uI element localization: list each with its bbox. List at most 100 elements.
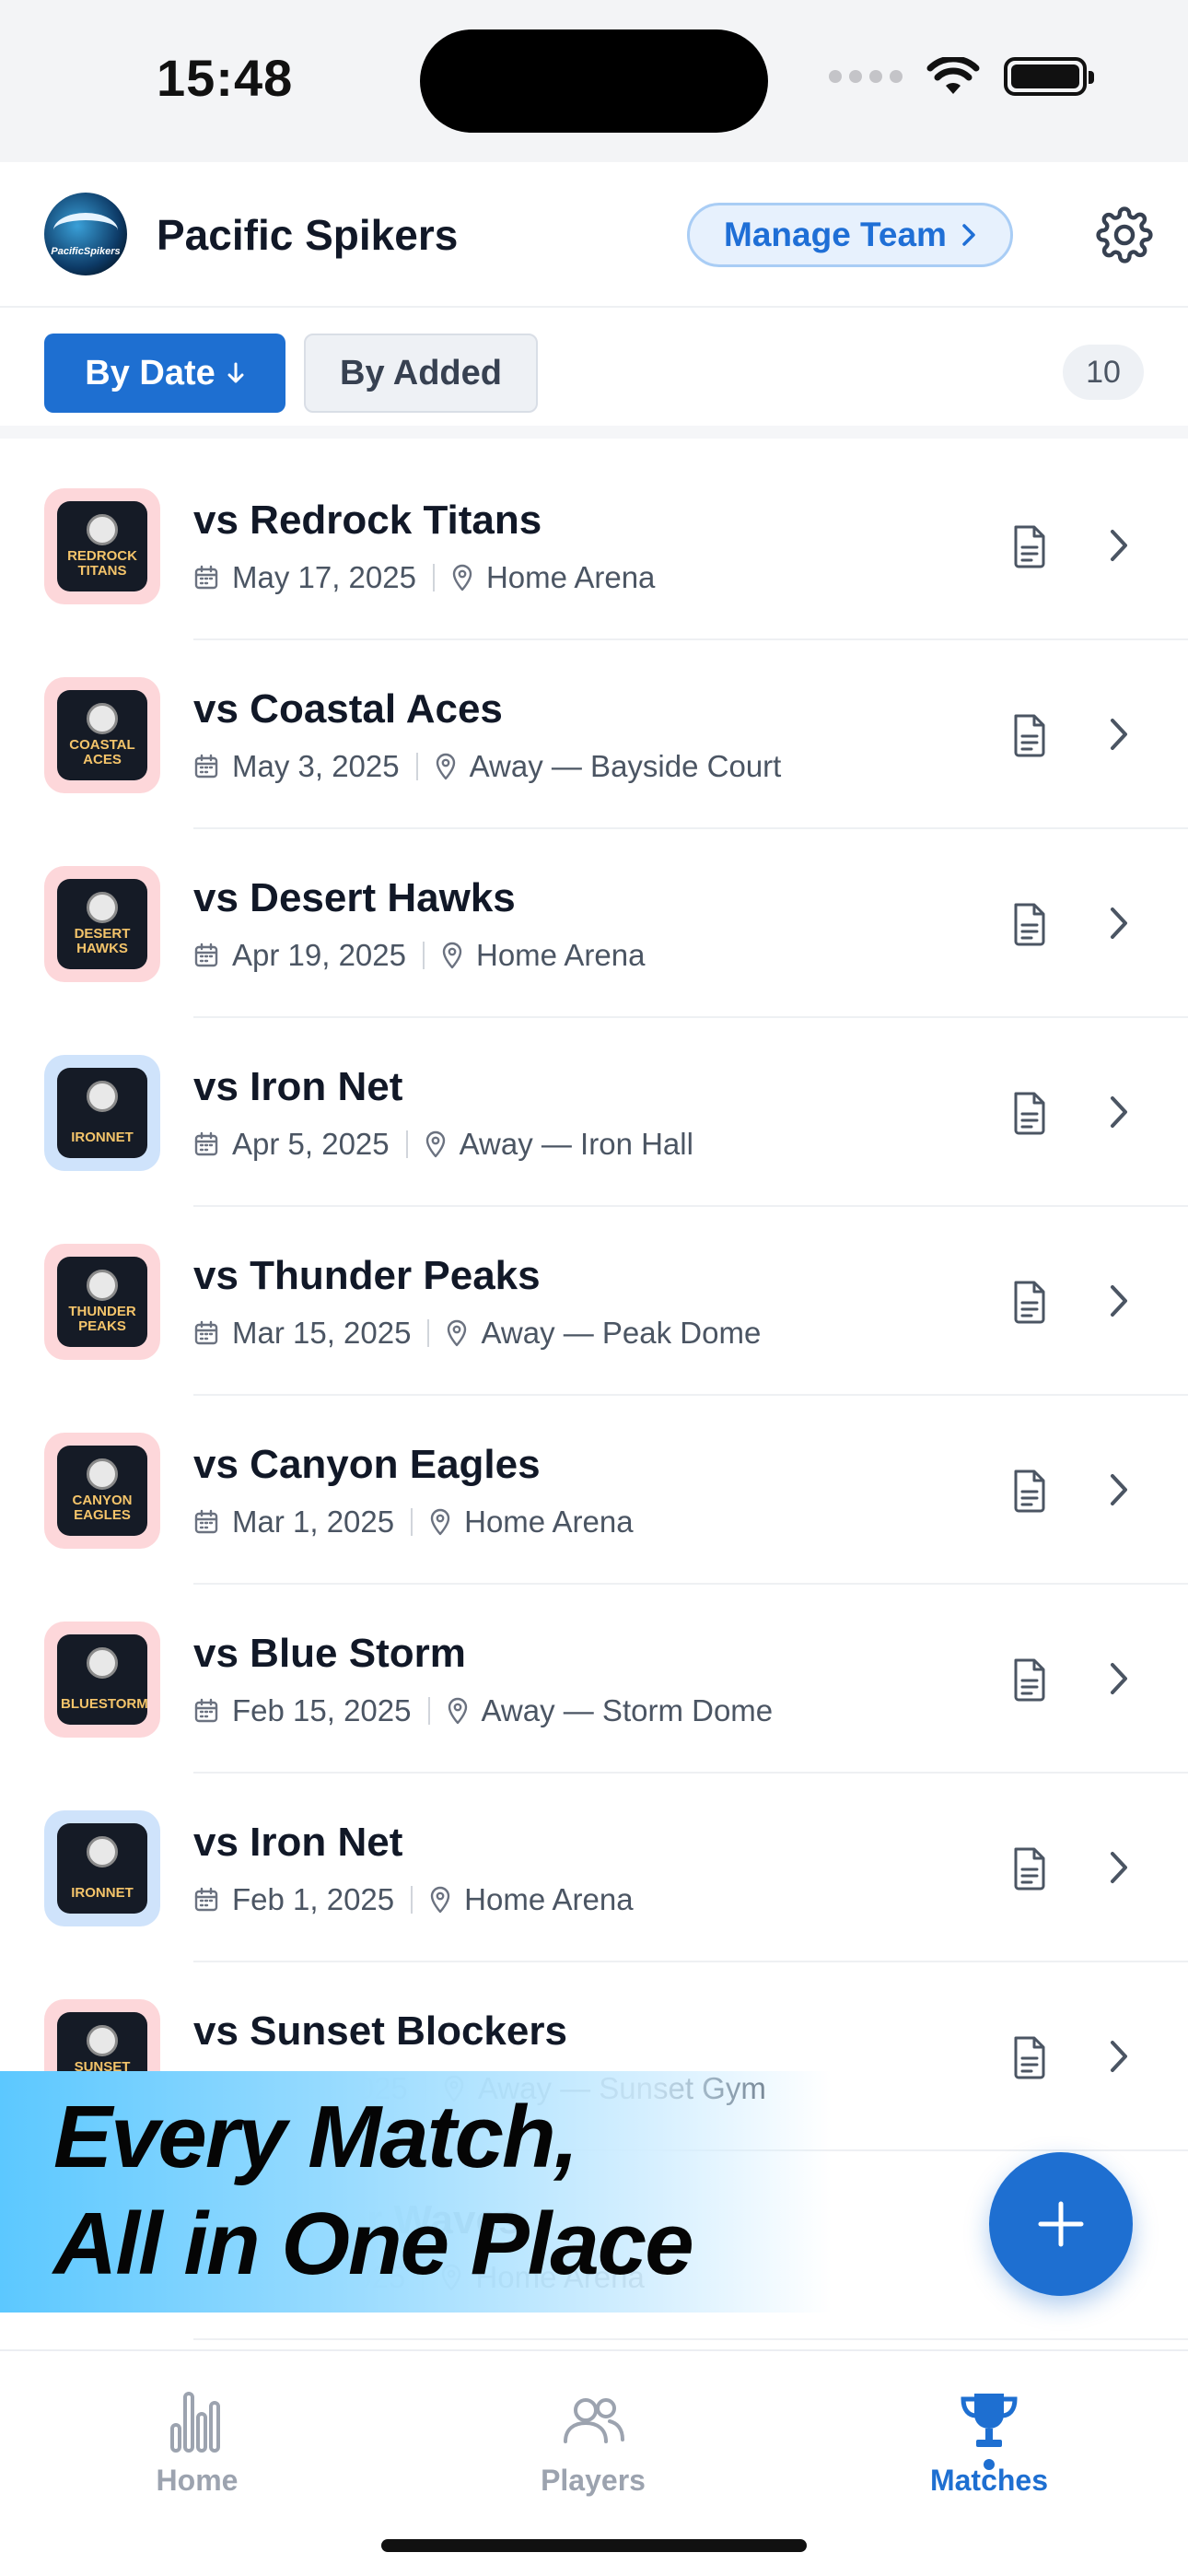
arrow-down-icon — [227, 362, 244, 383]
cellular-signal-icon — [829, 70, 903, 83]
opponent-logo: COASTAL ACES — [44, 677, 160, 793]
manage-team-button[interactable]: Manage Team — [687, 203, 1013, 267]
plus-icon — [1038, 2201, 1084, 2247]
opponent-name: vs Iron Net — [193, 1820, 403, 1865]
promo-line-2: All in One Place — [53, 2195, 694, 2293]
tab-matches[interactable]: Matches — [879, 2388, 1100, 2498]
chevron-right-icon[interactable] — [1108, 2038, 1130, 2075]
calendar-icon — [194, 565, 218, 590]
opponent-logo-text: CANYON EAGLES — [72, 1493, 133, 1523]
team-name: Pacific Spikers — [157, 211, 459, 259]
opponent-logo-image: CANYON EAGLES — [57, 1446, 147, 1536]
match-row[interactable]: COASTAL ACES vs Coastal Aces May 3, 2025 Aw… — [0, 640, 1188, 829]
calendar-icon — [194, 943, 218, 967]
chevron-right-icon[interactable] — [1108, 1282, 1130, 1319]
document-icon[interactable] — [1010, 1468, 1049, 1514]
chevron-right-icon — [962, 224, 975, 246]
calendar-icon — [194, 1320, 218, 1345]
match-meta: Feb 15, 2025 Away — Storm Dome — [193, 1693, 773, 1728]
chevron-right-icon[interactable] — [1108, 1660, 1130, 1697]
match-list: REDROCK TITANS vs Redrock Titans May 17, 2… — [0, 451, 1188, 2340]
trophy-icon — [961, 2394, 1018, 2447]
match-date: Mar 1, 2025 — [232, 1505, 395, 1539]
location-pin-icon — [448, 1697, 467, 1725]
volleyball-icon — [87, 892, 118, 923]
chevron-right-icon[interactable] — [1108, 1849, 1130, 1886]
match-location: Away — Peak Dome — [481, 1316, 762, 1350]
opponent-logo-image: IRONNET — [57, 1823, 147, 1914]
meta-divider — [411, 1508, 413, 1536]
match-row[interactable]: REDROCK TITANS vs Redrock Titans May 17, 2… — [0, 451, 1188, 640]
add-match-button[interactable] — [989, 2152, 1133, 2296]
match-row[interactable]: DESERT HAWKS vs Desert Hawks Apr 19, 2025 H… — [0, 829, 1188, 1018]
gear-icon[interactable] — [1096, 206, 1153, 263]
document-icon[interactable] — [1010, 1279, 1049, 1325]
volleyball-icon — [87, 2025, 118, 2056]
battery-icon — [1004, 57, 1094, 96]
opponent-logo-image: IRONNET — [57, 1068, 147, 1158]
match-meta: Apr 19, 2025 Home Arena — [193, 938, 645, 973]
match-date: Feb 15, 2025 — [232, 1693, 412, 1727]
opponent-logo: REDROCK TITANS — [44, 488, 160, 604]
opponent-logo: THUNDER PEAKS — [44, 1244, 160, 1360]
volleyball-icon — [87, 1836, 118, 1868]
meta-divider — [415, 753, 418, 780]
match-row[interactable]: CANYON EAGLES vs Canyon Eagles Mar 1, 2025… — [0, 1396, 1188, 1585]
sort-by-added-button[interactable]: By Added — [304, 334, 538, 413]
opponent-name: vs Blue Storm — [193, 1631, 466, 1676]
volleyball-icon — [87, 1647, 118, 1679]
promo-text: Every Match, All in One Place — [53, 2084, 694, 2298]
chevron-right-icon[interactable] — [1108, 1471, 1130, 1508]
meta-divider — [432, 564, 435, 591]
chevron-right-icon[interactable] — [1108, 1094, 1130, 1130]
home-indicator[interactable] — [381, 2539, 807, 2552]
match-row[interactable]: THUNDER PEAKS vs Thunder Peaks Mar 15, 202… — [0, 1207, 1188, 1396]
team-logo[interactable]: PacificSpikers — [44, 193, 127, 275]
tab-players[interactable]: Players — [483, 2388, 704, 2498]
match-location: Home Arena — [464, 1505, 634, 1539]
chevron-right-icon[interactable] — [1108, 527, 1130, 564]
match-row[interactable]: BLUESTORM vs Blue Storm Feb 15, 2025 Away —… — [0, 1585, 1188, 1774]
volleyball-icon — [87, 703, 118, 734]
opponent-logo-image: BLUESTORM — [57, 1634, 147, 1725]
match-location: Home Arena — [464, 1882, 634, 1916]
match-date: Feb 1, 2025 — [232, 1882, 395, 1916]
document-icon[interactable] — [1010, 1657, 1049, 1703]
match-date: May 3, 2025 — [232, 749, 400, 783]
location-pin-icon — [425, 1130, 445, 1158]
sort-by-date-button[interactable]: By Date — [44, 334, 285, 413]
match-location: Home Arena — [475, 938, 646, 972]
opponent-logo-image: THUNDER PEAKS — [57, 1257, 147, 1347]
document-icon[interactable] — [1010, 901, 1049, 947]
document-icon[interactable] — [1010, 712, 1049, 758]
match-row[interactable]: IRONNET vs Iron Net Feb 1, 2025 Home Arena — [0, 1774, 1188, 1962]
calendar-icon — [194, 1509, 218, 1534]
opponent-name: vs Thunder Peaks — [193, 1253, 541, 1298]
match-meta: Mar 15, 2025 Away — Peak Dome — [193, 1316, 761, 1351]
sort-by-date-label: By Date — [85, 353, 215, 392]
app-header: PacificSpikers Pacific Spikers Manage Te… — [0, 162, 1188, 308]
opponent-logo-text: IRONNET — [71, 1885, 134, 1901]
chevron-right-icon[interactable] — [1108, 905, 1130, 942]
opponent-logo-text: IRONNET — [71, 1130, 134, 1145]
sort-bar: By Date By Added 10 — [0, 310, 1188, 439]
match-row[interactable]: IRONNET vs Iron Net Apr 5, 2025 Away — Iron… — [0, 1018, 1188, 1207]
match-date: May 17, 2025 — [232, 560, 416, 594]
meta-divider — [427, 1697, 430, 1725]
opponent-logo-text: REDROCK TITANS — [67, 548, 137, 579]
opponent-logo-image: COASTAL ACES — [57, 690, 147, 780]
document-icon[interactable] — [1010, 1845, 1049, 1891]
document-icon[interactable] — [1010, 523, 1049, 569]
match-date: Apr 5, 2025 — [232, 1127, 390, 1161]
match-location: Away — Iron Hall — [459, 1127, 693, 1161]
opponent-logo: IRONNET — [44, 1810, 160, 1926]
team-logo-text: PacificSpikers — [51, 246, 121, 257]
tab-home[interactable]: Home — [87, 2388, 308, 2498]
opponent-logo: IRONNET — [44, 1055, 160, 1171]
opponent-logo-text: COASTAL ACES — [69, 737, 135, 767]
calendar-icon — [194, 1887, 218, 1912]
opponent-logo-image: REDROCK TITANS — [57, 501, 147, 591]
match-meta: Feb 1, 2025 Home Arena — [193, 1882, 634, 1917]
chevron-right-icon[interactable] — [1108, 716, 1130, 753]
document-icon[interactable] — [1010, 1090, 1049, 1136]
